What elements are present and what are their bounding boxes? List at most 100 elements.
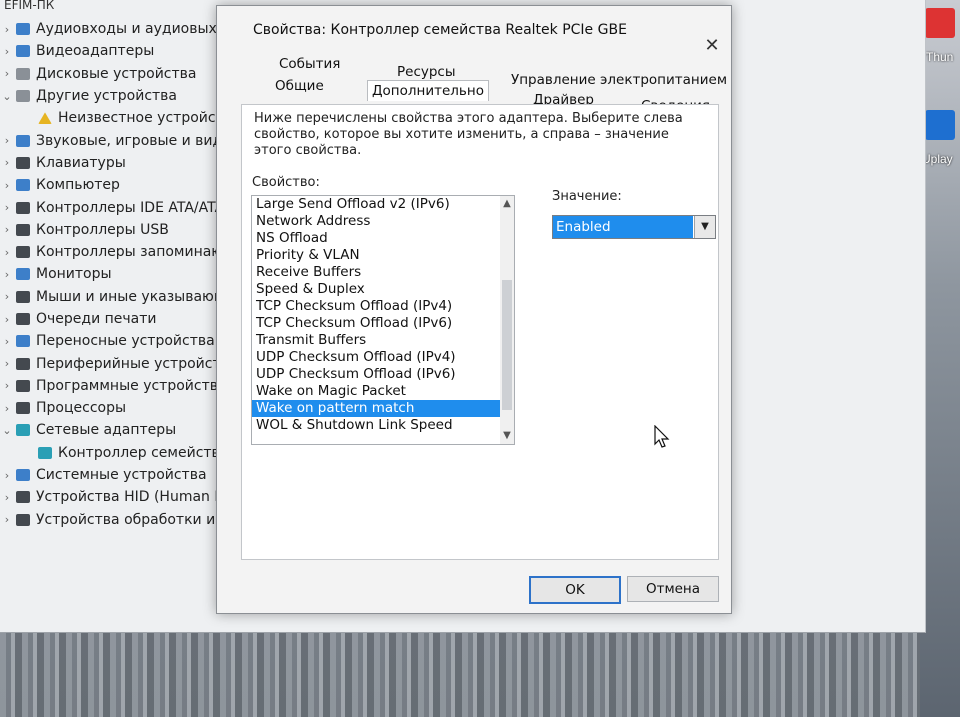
property-list-item[interactable]: Network Address	[252, 213, 514, 230]
device-tree-item[interactable]: › Компьютер	[0, 174, 240, 196]
chevron-right-icon[interactable]: ›	[0, 335, 14, 348]
chevron-right-icon[interactable]: ›	[0, 67, 14, 80]
chevron-right-icon[interactable]: ›	[0, 513, 14, 526]
device-tree-item[interactable]: Контроллер семейства	[0, 442, 240, 464]
device-tree-label: Другие устройства	[36, 88, 177, 105]
property-list-item[interactable]: Transmit Buffers	[252, 332, 514, 349]
tab-advanced[interactable]: Дополнительно	[367, 80, 489, 101]
device-tree-item[interactable]: › Программные устройства	[0, 375, 240, 397]
device-tree-item[interactable]: › Устройства HID (Human In	[0, 486, 240, 508]
chevron-right-icon[interactable]: ›	[0, 246, 14, 259]
mouse-cursor-icon	[654, 425, 670, 448]
property-list[interactable]: Large Send Offload v2 (IPv6) Network Addr…	[251, 195, 515, 445]
chevron-right-icon[interactable]: ›	[0, 379, 14, 392]
chevron-right-icon[interactable]: ›	[0, 45, 14, 58]
device-tree-label: Контроллеры IDE ATA/ATA	[36, 199, 225, 216]
property-list-item[interactable]: UDP Checksum Offload (IPv6)	[252, 366, 514, 383]
device-tree-item[interactable]: › Устройства обработки изо	[0, 509, 240, 531]
device-tree-item[interactable]: › Мониторы	[0, 263, 240, 285]
chevron-right-icon[interactable]: ›	[0, 201, 14, 214]
chevron-right-icon[interactable]: ›	[0, 179, 14, 192]
device-category-icon	[16, 223, 30, 236]
device-tree-item[interactable]: › Переносные устройства	[0, 330, 240, 352]
scroll-thumb[interactable]	[502, 280, 512, 410]
property-list-item[interactable]: TCP Checksum Offload (IPv4)	[252, 298, 514, 315]
property-list-item[interactable]: Wake on Magic Packet	[252, 383, 514, 400]
desktop-app-icon[interactable]	[925, 8, 955, 38]
property-list-scrollbar[interactable]: ▲ ▼	[500, 196, 514, 444]
property-list-item[interactable]: WOL & Shutdown Link Speed	[252, 417, 514, 434]
desktop-icon-label: rThun	[922, 50, 954, 64]
device-tree-item[interactable]: ⌄ Другие устройства	[0, 85, 240, 107]
device-tree: › Аудиовходы и аудиовыход › Видеоадаптеры › Д…	[0, 18, 240, 531]
device-category-icon	[16, 201, 30, 214]
chevron-down-icon[interactable]: ▼	[694, 216, 715, 238]
value-select[interactable]: Enabled ▼	[552, 215, 716, 239]
chevron-down-icon[interactable]: ⌄	[0, 424, 14, 437]
property-list-item[interactable]: UDP Checksum Offload (IPv4)	[252, 349, 514, 366]
tab-events[interactable]: События	[275, 54, 344, 74]
ok-button[interactable]: OK	[529, 576, 621, 604]
panel-description: Ниже перечислены свойства этого адаптера…	[254, 111, 683, 158]
property-list-item[interactable]: Speed & Duplex	[252, 281, 514, 298]
property-list-item[interactable]: TCP Checksum Offload (IPv6)	[252, 315, 514, 332]
device-tree-item[interactable]: ⌄ Сетевые адаптеры	[0, 419, 240, 441]
device-category-icon	[16, 90, 30, 103]
device-tree-label: Дисковые устройства	[36, 65, 197, 82]
device-tree-label: Звуковые, игровые и видео	[36, 132, 240, 149]
property-list-item[interactable]: NS Offload	[252, 230, 514, 247]
uplay-icon[interactable]	[925, 110, 955, 140]
device-tree-label: Устройства обработки изо	[36, 511, 232, 528]
cancel-button[interactable]: Отмена	[627, 576, 719, 602]
value-select-current[interactable]: Enabled	[553, 216, 693, 238]
chevron-right-icon[interactable]: ›	[0, 402, 14, 415]
device-tree-item[interactable]: › Клавиатуры	[0, 152, 240, 174]
tab-general[interactable]: Общие	[271, 76, 328, 96]
chevron-down-icon[interactable]: ⌄	[0, 90, 14, 103]
device-category-icon	[16, 23, 30, 36]
device-tree-item[interactable]: › Видеоадаптеры	[0, 40, 240, 62]
chevron-right-icon[interactable]: ›	[0, 313, 14, 326]
device-category-icon	[16, 424, 30, 437]
chevron-down-icon[interactable]: ▼	[500, 428, 514, 444]
device-category-icon	[16, 379, 30, 392]
device-category-icon	[16, 67, 30, 80]
chevron-right-icon[interactable]: ›	[0, 223, 14, 236]
device-tree-item[interactable]: › Системные устройства	[0, 464, 240, 486]
chevron-right-icon[interactable]: ›	[0, 290, 14, 303]
device-tree-item[interactable]: › Звуковые, игровые и видео	[0, 129, 240, 151]
chevron-right-icon[interactable]: ›	[0, 134, 14, 147]
device-tree-label: Мониторы	[36, 266, 112, 283]
chevron-right-icon[interactable]: ›	[0, 268, 14, 281]
property-list-item[interactable]: Large Send Offload v2 (IPv6)	[252, 196, 514, 213]
property-list-item[interactable]: Wake on pattern match	[252, 400, 514, 417]
value-label: Значение:	[552, 189, 622, 204]
device-tree-item[interactable]: › Контроллеры USB	[0, 219, 240, 241]
device-tree-item[interactable]: › Аудиовходы и аудиовыход	[0, 18, 240, 40]
device-tree-item[interactable]: › Периферийные устройства	[0, 352, 240, 374]
device-category-icon	[16, 335, 30, 348]
close-icon[interactable]: ✕	[701, 36, 723, 56]
property-list-item[interactable]: Receive Buffers	[252, 264, 514, 281]
device-category-icon	[16, 469, 30, 482]
device-tree-label: Клавиатуры	[36, 154, 126, 171]
dialog-title: Свойства: Контроллер семейства Realtek P…	[253, 22, 627, 38]
tab-power-management[interactable]: Управление электропитанием	[507, 70, 731, 90]
tab-resources[interactable]: Ресурсы	[393, 62, 460, 82]
device-tree-item[interactable]: › Контроллеры IDE ATA/ATA	[0, 196, 240, 218]
computer-name: EFIM-ПК	[4, 0, 55, 12]
chevron-right-icon[interactable]: ›	[0, 23, 14, 36]
device-tree-item[interactable]: › Мыши и иные указывающ	[0, 286, 240, 308]
chevron-right-icon[interactable]: ›	[0, 469, 14, 482]
device-tree-item[interactable]: › Очереди печати	[0, 308, 240, 330]
device-tree-item[interactable]: › Дисковые устройства	[0, 63, 240, 85]
chevron-right-icon[interactable]: ›	[0, 491, 14, 504]
device-tree-item[interactable]: › Контроллеры запоминающ	[0, 241, 240, 263]
chevron-right-icon[interactable]: ›	[0, 357, 14, 370]
chevron-up-icon[interactable]: ▲	[500, 196, 514, 212]
device-tree-item[interactable]: › Процессоры	[0, 397, 240, 419]
device-tree-label: Очереди печати	[36, 311, 157, 327]
chevron-right-icon[interactable]: ›	[0, 156, 14, 169]
device-tree-item[interactable]: Неизвестное устройств	[0, 107, 240, 129]
property-list-item[interactable]: Priority & VLAN	[252, 247, 514, 264]
